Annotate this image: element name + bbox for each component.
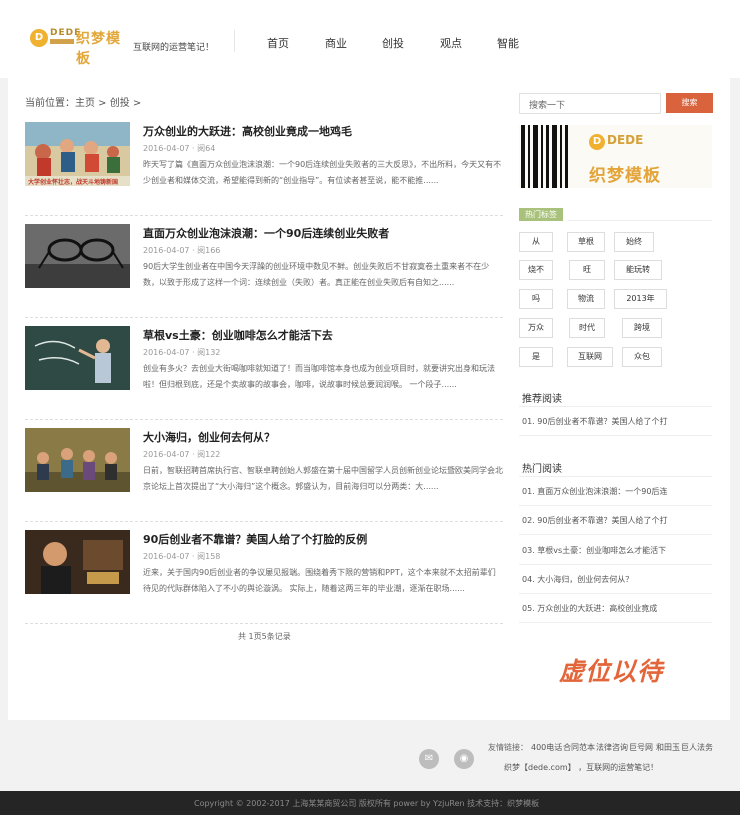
article-item: 直面万众创业泡沫浪潮：一个90后连续创业失败者 2016-04-07 · 阅16… [25,224,503,318]
list-divider [519,435,712,436]
friend-link[interactable]: 巨号网 [629,742,653,753]
nav-item-opinion[interactable]: 观点 [440,35,462,51]
hot-item[interactable]: 05. 万众创业的大跃进：高校创业竟成 [522,603,712,614]
header-divider [234,30,235,52]
sidebar-ad-banner[interactable]: D DEDE 织梦模板 [519,125,712,188]
list-divider [519,622,712,623]
article-title[interactable]: 草根vs土豪：创业咖啡怎么才能活下去 [143,327,333,343]
nav-item-venture[interactable]: 创投 [382,35,404,51]
thumbnail-caption: 大学创业怀壮志，战天斗地铸新国 [28,179,119,186]
article-title[interactable]: 90后创业者不靠谱？美国人给了个打脸的反例 [143,531,367,547]
ad-badge-icon: D [589,134,605,150]
tags-divider [567,220,712,221]
hot-item[interactable]: 01. 直面万众创业泡沫浪潮：一个90后连 [522,486,712,497]
tag-item[interactable]: 能玩转 [614,260,662,280]
list-divider [519,564,712,565]
nav-item-home[interactable]: 首页 [267,35,289,51]
friend-link[interactable]: 400电话 [531,742,562,753]
tag-item[interactable]: 烧不 [519,260,553,280]
article-item: 大学创业怀壮志，战天斗地铸新国 万众创业的大跃进：高校创业竟成一地鸡毛 2016… [25,122,503,216]
barcode-graphic [521,125,568,188]
article-item: 90后创业者不靠谱？美国人给了个打脸的反例 2016-04-07 · 阅158 … [25,530,503,624]
pagination-info: 共 1页5条记录 [238,632,291,641]
tag-item[interactable]: 万众 [519,318,553,338]
article-summary: 创业有多火？去创业大街喝咖啡就知道了！而当咖啡馆本身也成为创业项目时，就要讲究出… [143,364,495,389]
ad-text: 织梦模板 [589,166,661,186]
list-divider [519,534,712,535]
friend-link[interactable]: 法律咨询 [596,742,628,753]
tag-item[interactable]: 草根 [567,232,605,252]
article-thumbnail[interactable] [25,224,130,288]
article-title[interactable]: 万众创业的大跃进：高校创业竟成一地鸡毛 [143,123,352,139]
article-thumbnail[interactable]: 大学创业怀壮志，战天斗地铸新国 [25,122,130,186]
tag-item[interactable]: 始终 [614,232,654,252]
list-divider [519,593,712,594]
logo-bar [50,39,74,44]
article-summary: 日前，智联招聘首席执行官、智联卓聘创始人郭盛在第十届中国留学人员创新创业论坛暨欧… [143,466,503,491]
article-summary: 昨天写了篇《直面万众创业泡沫浪潮：一个90后连续创业失败者的三大反思》，不出所料… [143,160,502,185]
site-logo[interactable]: D DEDE 织梦模板 [30,27,126,67]
promo-placeholder[interactable]: 虚位以待 [559,652,663,688]
article-item: 草根vs土豪：创业咖啡怎么才能活下去 2016-04-07 · 阅132 创业有… [25,326,503,420]
tag-item[interactable]: 是 [519,347,553,367]
article-meta: 2016-04-07 · 阅158 [143,552,221,561]
friend-links-label: 友情链接： [488,743,528,752]
tag-item[interactable]: 时代 [569,318,605,338]
footer-tagline: 织梦【dede.com】 ，互联网的运营笔记！ [504,763,659,772]
article-meta: 2016-04-07 · 阅64 [143,144,216,153]
tag-item[interactable]: 互联网 [567,347,613,367]
friend-link[interactable]: 巨人法务 [681,742,713,753]
friend-link[interactable]: 合同范本 [563,742,595,753]
hot-heading: 热门阅读 [522,464,562,475]
ad-brand: D DEDE [589,133,643,150]
site-header: D DEDE 织梦模板 互联网的运营笔记！ 首页 商业 创投 观点 智能 [0,0,740,78]
tag-item[interactable]: 跨境 [622,318,662,338]
article-item: 大小海归，创业何去何从？ 2016-04-07 · 阅122 日前，智联招聘首席… [25,428,503,522]
tag-item[interactable]: 旺 [569,260,605,280]
article-title[interactable]: 大小海归，创业何去何从？ [143,429,275,445]
article-meta: 2016-04-07 · 阅166 [143,246,221,255]
breadcrumb[interactable]: 当前位置：主页 > 创投 > [25,94,141,109]
logo-text: 织梦模板 [76,31,121,67]
recommended-heading: 推荐阅读 [522,394,562,405]
tag-item[interactable]: 吗 [519,289,553,309]
recommended-rule [519,406,712,407]
article-thumbnail[interactable] [25,326,130,390]
hot-item[interactable]: 04. 大小海归，创业何去何从？ [522,574,712,585]
friend-link[interactable]: 和田玉 [656,742,680,753]
weibo-icon[interactable]: ◉ [454,749,474,769]
nav-item-smart[interactable]: 智能 [497,35,519,51]
hot-item[interactable]: 03. 草根vs土豪：创业咖啡怎么才能活下 [522,545,712,556]
recommended-item[interactable]: 01. 90后创业者不靠谱？美国人给了个打 [522,416,712,427]
article-summary: 90后大学生创业者在中国今天浮躁的创业环境中数见不鲜。创业失败后不甘寂寞卷土重来… [143,262,490,287]
list-divider [519,505,712,506]
search-input[interactable]: 搜索一下 [519,93,661,114]
hot-rule [519,476,712,477]
article-title[interactable]: 直面万众创业泡沫浪潮：一个90后连续创业失败者 [143,225,389,241]
article-thumbnail[interactable] [25,530,130,594]
site-slogan: 互联网的运营笔记！ [133,43,215,53]
tags-heading: 热门标签 [519,208,563,221]
article-meta: 2016-04-07 · 阅132 [143,348,221,357]
tag-item[interactable]: 众包 [622,347,662,367]
copyright: Copyright © 2002-2017 上海某某商贸公司 版权所有 powe… [194,799,540,808]
article-meta: 2016-04-07 · 阅122 [143,450,221,459]
logo-badge-icon: D [30,29,48,47]
hot-item[interactable]: 02. 90后创业者不靠谱？美国人给了个打 [522,515,712,526]
nav-item-business[interactable]: 商业 [325,35,347,51]
tag-item[interactable]: 2013年 [614,289,667,309]
article-thumbnail[interactable] [25,428,130,492]
tag-item[interactable]: 从 [519,232,553,252]
tag-item[interactable]: 物流 [567,289,605,309]
search-button[interactable]: 搜索 [666,93,713,113]
article-summary: 近来，关于国内90后创业者的争议屡见报端。围绕着秀下限的营销和PPT，这个本来就… [143,568,496,593]
wechat-icon[interactable]: ✉ [419,749,439,769]
